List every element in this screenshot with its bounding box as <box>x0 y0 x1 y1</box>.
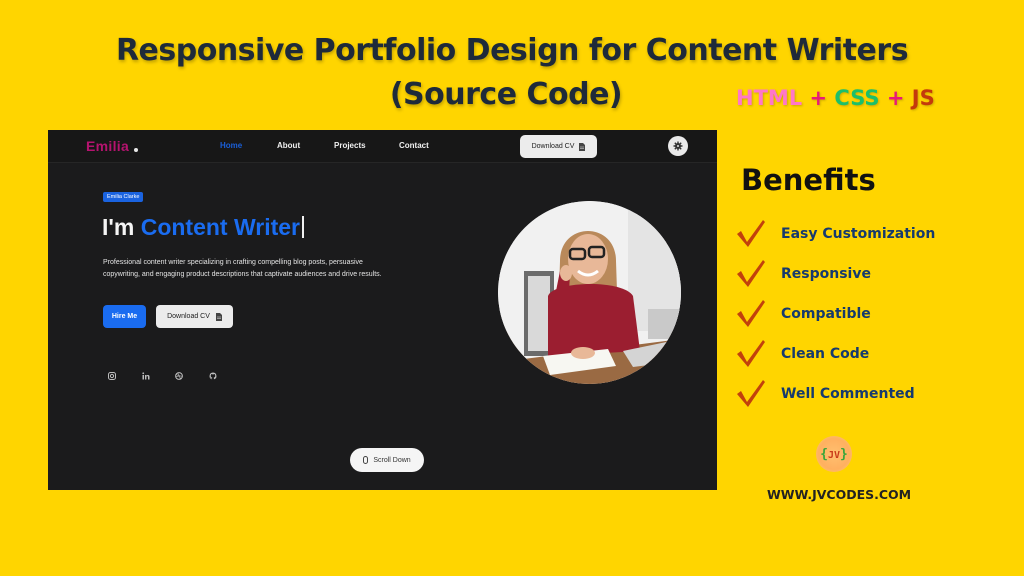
dribbble-icon <box>175 372 183 380</box>
file-icon <box>215 312 222 321</box>
nav-link-projects[interactable]: Projects <box>334 141 366 150</box>
site-url[interactable]: WWW.JVCODES.COM <box>767 487 911 502</box>
mouse-icon <box>363 456 369 464</box>
nav-download-cv-button[interactable]: Download CV <box>520 135 597 158</box>
hero-headline: I'm Content Writer <box>102 214 304 241</box>
nav-link-contact[interactable]: Contact <box>399 141 429 150</box>
instagram-link[interactable] <box>106 370 118 382</box>
benefits-title: Benefits <box>741 163 876 197</box>
typing-cursor <box>302 216 304 238</box>
download-cv-label: Download CV <box>167 313 210 320</box>
linkedin-link[interactable] <box>140 370 152 382</box>
checkmark-icon <box>737 380 765 407</box>
benefit-label: Clean Code <box>781 346 870 362</box>
headline-prefix: I'm <box>102 214 135 240</box>
benefit-label: Responsive <box>781 266 871 282</box>
tech-js: JS <box>911 86 935 110</box>
scroll-down-label: Scroll Down <box>373 456 411 464</box>
github-icon <box>209 372 217 380</box>
checkmark-icon <box>737 260 765 287</box>
scroll-down-button[interactable]: Scroll Down <box>350 448 424 472</box>
benefit-item: Well Commented <box>735 378 915 408</box>
benefit-item: Clean Code <box>735 338 869 368</box>
nav-download-cv-label: Download CV <box>531 143 575 150</box>
logo-dot <box>134 148 138 152</box>
benefit-item: Compatible <box>735 298 871 328</box>
tech-plus: + <box>886 86 905 110</box>
benefit-item: Easy Customization <box>735 218 935 248</box>
banner-title-line1: Responsive Portfolio Design for Content … <box>115 33 909 68</box>
logo[interactable]: Emilia <box>86 138 129 154</box>
dribbble-link[interactable] <box>173 370 185 382</box>
download-cv-button[interactable]: Download CV <box>156 305 233 328</box>
tech-css: CSS <box>834 86 880 110</box>
checkmark-icon <box>737 220 765 247</box>
nav-link-home[interactable]: Home <box>220 141 242 150</box>
portfolio-preview: Emilia Home About Projects Contact Downl… <box>48 130 717 490</box>
benefit-item: Responsive <box>735 258 871 288</box>
github-link[interactable] <box>207 370 219 382</box>
jvcodes-logo-text: {JV} <box>820 446 848 462</box>
hero-description: Professional content writer specializing… <box>103 259 382 278</box>
jvcodes-logo: {JV} <box>816 436 852 472</box>
tech-html: HTML <box>736 86 803 110</box>
profile-photo-illustration <box>498 201 681 384</box>
theme-toggle-button[interactable] <box>668 136 688 156</box>
benefit-label: Easy Customization <box>781 226 936 242</box>
linkedin-icon <box>142 372 150 380</box>
tech-stack-label: HTML + CSS + JS <box>736 86 935 110</box>
gear-icon <box>673 141 683 151</box>
benefit-label: Well Commented <box>781 386 915 402</box>
navbar: Emilia Home About Projects Contact Downl… <box>48 130 717 163</box>
name-badge: Emilia Clarke <box>103 192 144 202</box>
nav-link-about[interactable]: About <box>277 141 300 150</box>
checkmark-icon <box>737 340 765 367</box>
checkmark-icon <box>737 300 765 327</box>
hire-me-button[interactable]: Hire Me <box>103 305 146 328</box>
instagram-icon <box>108 372 116 380</box>
headline-highlight: Content Writer <box>140 214 300 240</box>
benefit-label: Compatible <box>781 306 871 322</box>
tech-plus: + <box>809 86 828 110</box>
profile-photo <box>498 201 681 384</box>
file-icon <box>579 142 586 151</box>
